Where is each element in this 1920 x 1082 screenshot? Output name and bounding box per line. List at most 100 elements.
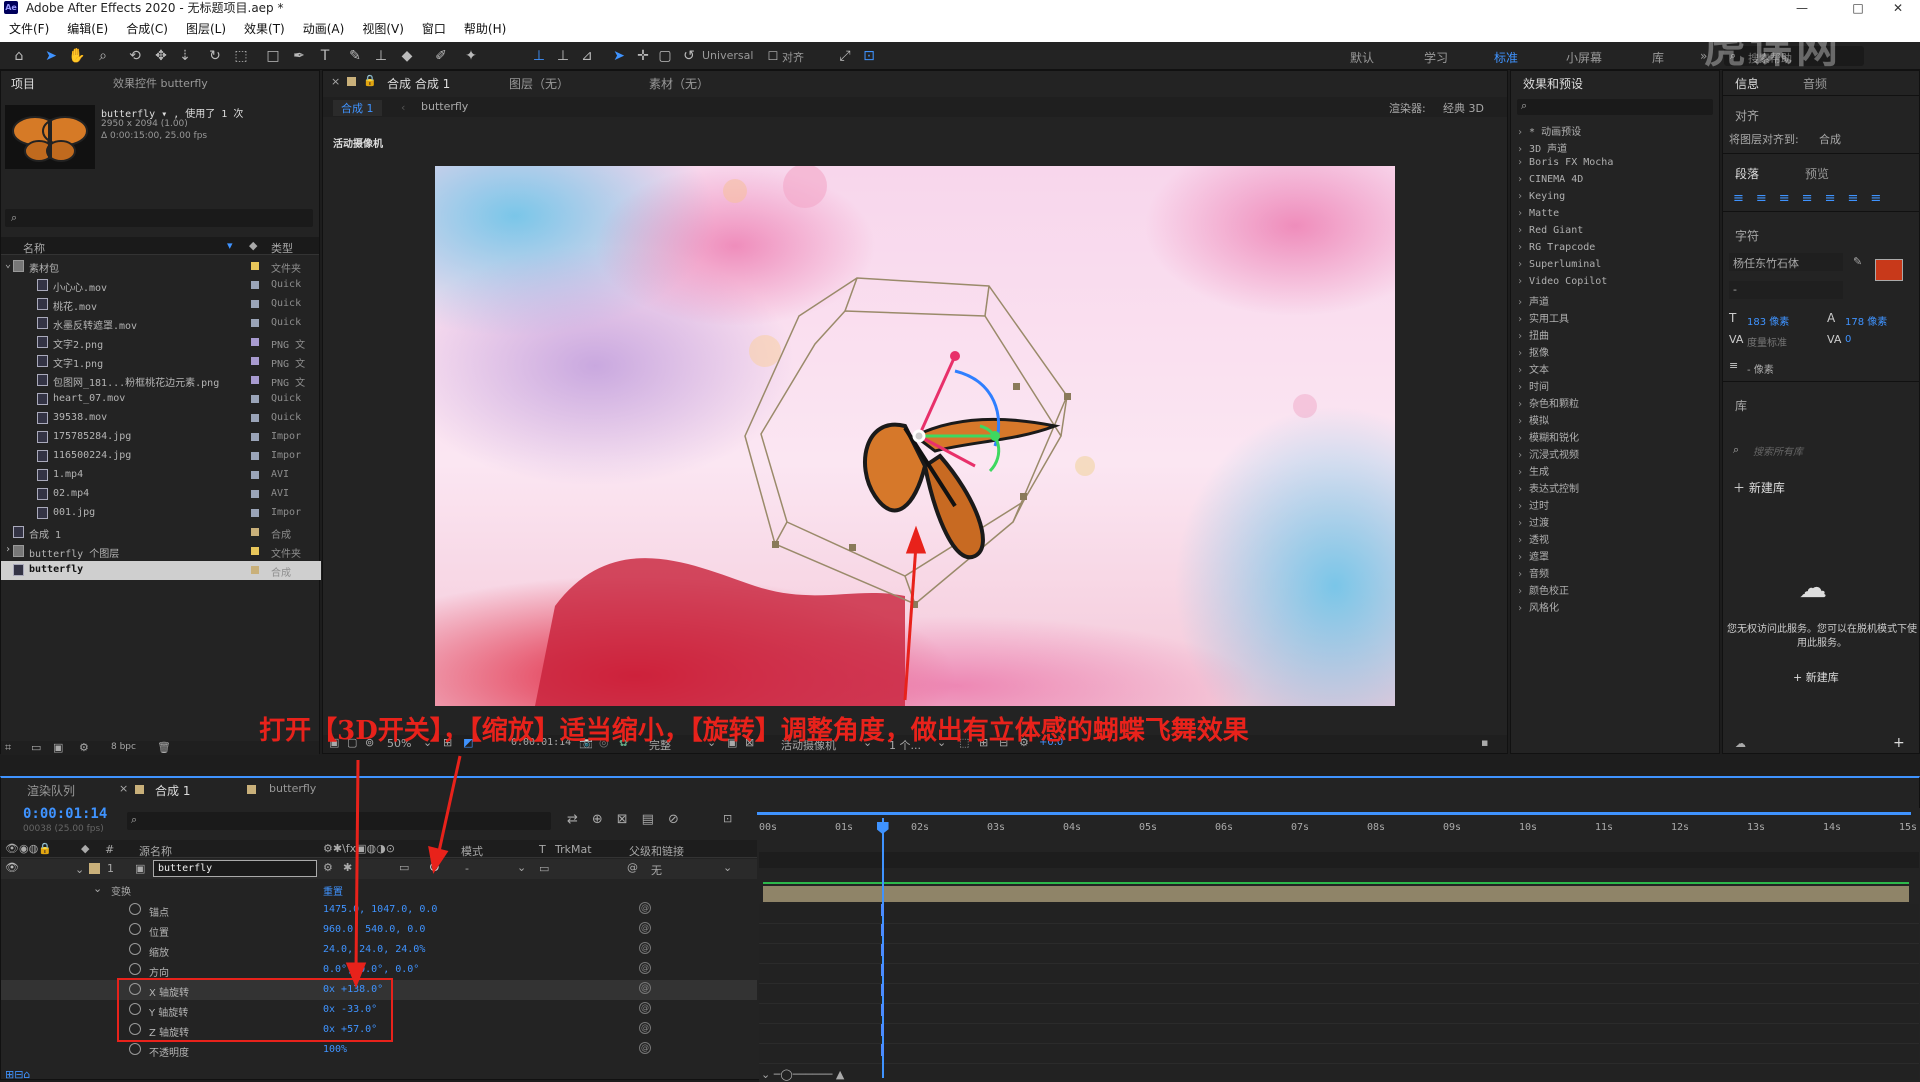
menu-layer[interactable]: 图层(L): [177, 16, 235, 42]
lock-icon[interactable]: 🔒: [363, 74, 377, 87]
quality-switch-icon[interactable]: ✱: [343, 861, 352, 874]
pick-whip-icon[interactable]: @: [639, 982, 651, 994]
tab-project[interactable]: 项目: [11, 75, 35, 92]
brush-tool-icon[interactable]: ✎: [346, 47, 364, 65]
workspace-learn[interactable]: 学习: [1424, 49, 1448, 66]
dolly-camera-icon[interactable]: ⇣: [176, 47, 194, 65]
stopwatch-icon[interactable]: [129, 943, 141, 955]
project-item[interactable]: 02.mp4 AVI: [1, 485, 321, 504]
timeline-search-input[interactable]: ⌕: [127, 812, 551, 830]
pick-whip-icon[interactable]: @: [639, 1042, 651, 1054]
project-item[interactable]: 文字2.png PNG 文: [1, 333, 321, 352]
tab-footage[interactable]: 素材（无）: [649, 75, 709, 92]
layer-name[interactable]: butterfly: [153, 860, 317, 877]
selection-3d-icon[interactable]: ➤: [610, 47, 628, 65]
timeline-track-area[interactable]: [759, 808, 1920, 1082]
puppet-tool-icon[interactable]: ✦: [462, 47, 480, 65]
transform-property[interactable]: 位置 960.0, 540.0, 0.0 @: [1, 920, 757, 940]
workspace-default[interactable]: 默认: [1350, 49, 1374, 66]
new-library-link[interactable]: ＋ 新建库: [1733, 479, 1785, 496]
menu-animation[interactable]: 动画(A): [294, 16, 354, 42]
expand-chevron-icon[interactable]: ⌄: [5, 259, 11, 270]
3d-layer-switch-icon[interactable]: ⊙: [429, 860, 440, 875]
selection-tool-icon[interactable]: ➤: [42, 47, 60, 65]
tracking-value[interactable]: 0: [1845, 334, 1851, 345]
effects-search-input[interactable]: ⌕: [1517, 99, 1713, 115]
snap-grid-icon[interactable]: ⊡: [860, 47, 878, 65]
tab-preview[interactable]: 预览: [1805, 165, 1829, 182]
effect-category[interactable]: › 扭曲: [1517, 327, 1549, 342]
fill-color-swatch[interactable]: [1875, 259, 1903, 281]
effect-category[interactable]: › 透视: [1517, 531, 1549, 546]
effect-category[interactable]: › 表达式控制: [1517, 480, 1579, 495]
new-library-button[interactable]: + 新建库: [1793, 669, 1839, 685]
col-source-name[interactable]: 源名称: [139, 843, 172, 859]
collapse-switch-icon[interactable]: ⚙: [323, 861, 333, 874]
project-item-label-swatch[interactable]: [251, 300, 259, 308]
local-axis-icon[interactable]: ⊥: [530, 47, 548, 65]
tab-composition[interactable]: 合成 合成 1: [387, 75, 450, 92]
leading-value[interactable]: 178 像素: [1845, 313, 1887, 328]
timeline-timecode[interactable]: 0:00:01:14: [23, 806, 107, 822]
effect-category[interactable]: › 过渡: [1517, 514, 1549, 529]
layer-label-swatch[interactable]: [89, 863, 100, 874]
parent-dropdown[interactable]: 无: [651, 862, 662, 878]
project-item-label-swatch[interactable]: [251, 566, 259, 574]
motion-blur-box[interactable]: ▭: [399, 861, 409, 874]
property-value[interactable]: 960.0, 540.0, 0.0: [323, 924, 425, 935]
transform-property[interactable]: 缩放 24.0, 24.0, 24.0% @: [1, 940, 757, 960]
breadcrumb-butterfly[interactable]: butterfly: [421, 100, 468, 113]
project-item[interactable]: 文字1.png PNG 文: [1, 352, 321, 371]
label-tag-icon[interactable]: ◆: [249, 239, 257, 252]
project-item-label-swatch[interactable]: [251, 338, 259, 346]
stopwatch-icon[interactable]: [129, 1043, 141, 1055]
keyframe-marker[interactable]: [880, 924, 884, 936]
effect-category[interactable]: › Boris FX Mocha: [1517, 157, 1613, 168]
chevron-down-icon[interactable]: ⌄: [517, 861, 526, 874]
pick-whip-icon[interactable]: @: [639, 962, 651, 974]
layer-row-butterfly[interactable]: 👁 ⌄ 1 ▣ butterfly ⚙ ✱ ▭ ⊙ - ⌄ ▭ @ 无 ⌄: [1, 859, 757, 879]
move-3d-icon[interactable]: ✛: [634, 47, 652, 65]
project-item-label-swatch[interactable]: [251, 433, 259, 441]
tab-render-queue[interactable]: 渲染队列: [27, 782, 75, 799]
project-item-label-swatch[interactable]: [251, 414, 259, 422]
transform-group[interactable]: 变换: [111, 883, 131, 898]
stopwatch-icon[interactable]: [129, 923, 141, 935]
project-item-label-swatch[interactable]: [251, 490, 259, 498]
maximize-button[interactable]: □: [1836, 0, 1880, 16]
property-value[interactable]: 24.0, 24.0, 24.0%: [323, 944, 425, 955]
tab-butterfly-timeline[interactable]: butterfly: [269, 782, 316, 795]
eraser-tool-icon[interactable]: ◆: [398, 47, 416, 65]
eyedropper-icon[interactable]: ✎: [1853, 255, 1862, 268]
pen-tool-icon[interactable]: ✒: [290, 47, 308, 65]
keyframe-marker[interactable]: [880, 984, 884, 996]
project-item-label-swatch[interactable]: [251, 262, 259, 270]
effect-category[interactable]: › 实用工具: [1517, 310, 1569, 325]
font-style-dropdown[interactable]: -: [1729, 281, 1843, 299]
trkmat-box[interactable]: ▭: [539, 862, 549, 875]
workspace-small-screen[interactable]: 小屏幕: [1566, 49, 1602, 66]
close-button[interactable]: ✕: [1876, 0, 1920, 16]
tab-info[interactable]: 信息: [1735, 75, 1759, 92]
close-tab-icon[interactable]: ×: [331, 75, 340, 88]
effect-category[interactable]: › 抠像: [1517, 344, 1549, 359]
font-family-dropdown[interactable]: 杨任东竹石体: [1729, 253, 1843, 271]
align-to-dropdown[interactable]: 合成: [1819, 131, 1841, 147]
effect-category[interactable]: › 生成: [1517, 463, 1549, 478]
rotate-3d-icon[interactable]: ↺: [680, 47, 698, 65]
col-name[interactable]: 名称: [23, 240, 45, 256]
property-value[interactable]: 100%: [323, 1044, 347, 1055]
effect-category[interactable]: › 文本: [1517, 361, 1549, 376]
chevron-down-icon[interactable]: ⌄: [723, 861, 732, 874]
project-item[interactable]: butterfly 合成: [1, 561, 321, 580]
col-type[interactable]: 类型: [271, 240, 293, 256]
cloud-sync-icon[interactable]: ☁: [1735, 737, 1746, 750]
clone-stamp-icon[interactable]: ⊥: [372, 47, 390, 65]
transform-property[interactable]: 锚点 1475.0, 1047.0, 0.0 @: [1, 900, 757, 920]
project-item[interactable]: 1.mp4 AVI: [1, 466, 321, 485]
stopwatch-icon[interactable]: [129, 903, 141, 915]
keyframe-marker[interactable]: [880, 1044, 884, 1056]
kerning-label[interactable]: 度量标准: [1747, 334, 1787, 349]
project-search-input[interactable]: ⌕: [5, 209, 313, 227]
menu-edit[interactable]: 编辑(E): [58, 16, 117, 42]
